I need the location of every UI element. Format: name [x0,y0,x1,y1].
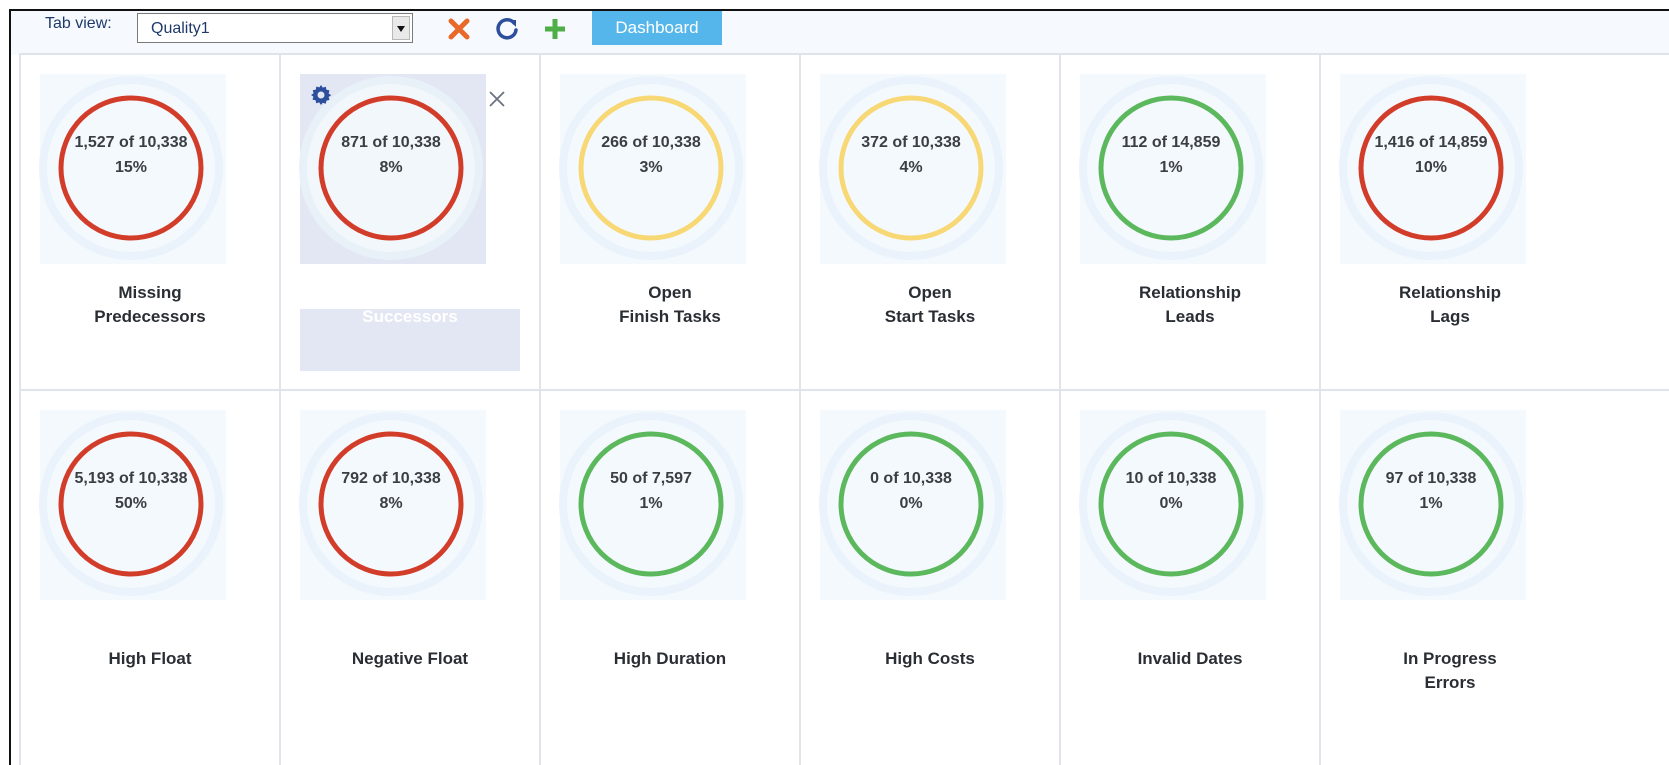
metric-count: 792 of 10,338 [341,470,441,487]
metric-tile[interactable]: 50 of 7,597 1% High Duration [539,391,799,765]
close-icon[interactable] [487,89,507,109]
metric-title-line: Negative Float [351,649,469,668]
metric-count: 372 of 10,338 [861,134,961,151]
metric-count: 266 of 10,338 [601,134,701,151]
metric-tile[interactable]: 372 of 10,338 4% Open Start Tasks [799,55,1059,391]
metric-count: 1,416 of 14,859 [1374,134,1488,151]
gear-icon[interactable] [309,83,333,107]
metric-count: 5,193 of 10,338 [74,470,188,487]
metric-count: 97 of 10,338 [1385,470,1477,487]
metric-title-line: Start Tasks [884,307,976,326]
metric-percent: 1% [1419,495,1443,512]
metric-percent: 0% [1159,495,1183,512]
gauge-ring [39,76,223,260]
metric-title-line: Leads [1165,307,1215,326]
gauge-ring [1339,412,1523,596]
toolbar: Tab view: Quality1 Dashboard [11,11,1669,55]
metric-count: 112 of 14,859 [1121,134,1221,151]
metric-title-line: Finish Tasks [619,307,721,326]
dashboard-window: Tab view: Quality1 Dashboard 1,527 of 10… [9,9,1669,765]
metric-title-line: High Float [108,649,192,668]
metric-tile[interactable]: 97 of 10,338 1% In Progress Errors [1319,391,1579,765]
metric-title: Relationship Leads [1061,281,1319,329]
metric-title: Missing Successors [281,281,539,329]
gauge-ring [559,76,743,260]
metric-title-line: High Duration [613,649,727,668]
metric-count: 871 of 10,338 [341,134,441,151]
metric-count: 0 of 10,338 [870,470,952,487]
chevron-down-icon[interactable] [392,16,410,40]
metric-title: Open Start Tasks [801,281,1059,329]
metric-percent: 15% [114,159,148,176]
metric-tile[interactable]: 5,193 of 10,338 50% High Float [19,391,279,765]
metric-tile[interactable]: 1,527 of 10,338 15% Missing Predecessors [19,55,279,391]
metric-title-line: Invalid Dates [1137,649,1243,668]
metric-title: High Float [21,647,279,671]
gauge-ring [819,412,1003,596]
metric-title-line: Open [648,283,692,302]
gauge-ring [1079,76,1263,260]
metric-percent: 3% [639,159,663,176]
metric-title: Open Finish Tasks [541,281,799,329]
metric-row-2: 5,193 of 10,338 50% High Float 792 of 10,33… [19,389,1669,765]
tab-view-select[interactable]: Quality1 [137,13,413,43]
metric-tile[interactable]: 112 of 14,859 1% Relationship Leads [1059,55,1319,391]
metric-title: Relationship Lags [1321,281,1579,329]
metric-title: In Progress Errors [1321,647,1579,695]
metric-title: Missing Predecessors [21,281,279,329]
metric-title: High Costs [801,647,1059,671]
metric-title-line: Lags [1430,307,1470,326]
metric-title-line: Open [908,283,952,302]
metric-tile[interactable]: 266 of 10,338 3% Open Finish Tasks [539,55,799,391]
gauge-ring [819,76,1003,260]
metric-count: 50 of 7,597 [610,470,692,487]
gauge-ring [39,412,223,596]
metric-title-line: Errors [1424,673,1476,692]
metric-title-line: Relationship [1138,283,1241,302]
metric-percent: 10% [1414,159,1448,176]
metric-tile[interactable]: 1,416 of 14,859 10% Relationship Lags [1319,55,1579,391]
add-icon[interactable] [541,15,569,43]
metric-count: 1,527 of 10,338 [74,134,188,151]
metric-title-line: High Costs [885,649,975,668]
metric-percent: 8% [379,159,403,176]
metric-tile[interactable]: 792 of 10,338 8% Negative Float [279,391,539,765]
metric-title-line: Missing [378,283,442,302]
metric-tile[interactable]: 871 of 10,338 8% Missing Successors [279,55,539,391]
close-icon[interactable] [445,15,473,43]
metric-title-line: Predecessors [94,307,206,326]
metric-title-line: Relationship [1398,283,1501,302]
metric-percent: 0% [899,495,923,512]
gauge-ring [559,412,743,596]
metric-percent: 1% [1159,159,1183,176]
metric-title-line: Successors [362,307,458,326]
metric-title-line: Missing [118,283,182,302]
refresh-icon[interactable] [493,15,521,43]
metric-title-line: In Progress [1403,649,1497,668]
metric-count: 10 of 10,338 [1125,470,1217,487]
gauge-ring [1079,412,1263,596]
gauge-ring [1339,76,1523,260]
gauge-ring [299,412,483,596]
metric-percent: 8% [379,495,403,512]
dashboard-button[interactable]: Dashboard [592,11,722,45]
metric-percent: 50% [114,495,148,512]
tab-view-label: Tab view: [45,15,112,32]
metric-row-1: 1,527 of 10,338 15% Missing Predecessors 871… [19,53,1669,391]
metric-title: Negative Float [281,647,539,671]
tab-view-value: Quality1 [151,20,210,37]
metric-title: Invalid Dates [1061,647,1319,671]
metric-tile[interactable]: 0 of 10,338 0% High Costs [799,391,1059,765]
metric-title: High Duration [541,647,799,671]
metric-tile[interactable]: 10 of 10,338 0% Invalid Dates [1059,391,1319,765]
metric-percent: 4% [899,159,923,176]
metric-percent: 1% [639,495,663,512]
